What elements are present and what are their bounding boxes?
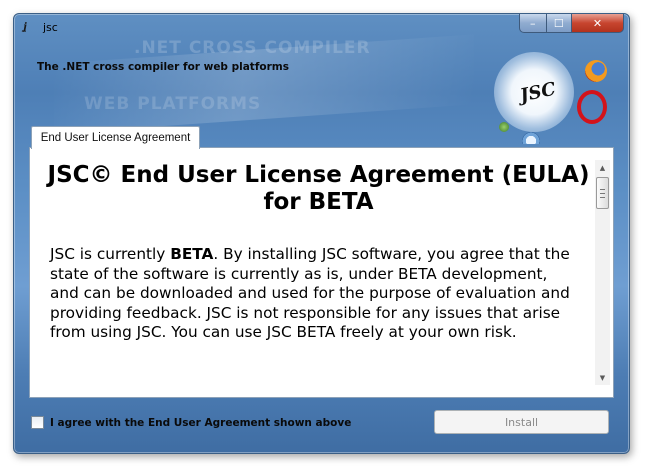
eula-title: JSC© End User License Agreement (EULA) f… [47, 162, 590, 215]
agree-label[interactable]: I agree with the End User Agreement show… [50, 417, 351, 429]
opera-icon [577, 90, 607, 124]
minimize-button[interactable]: – [519, 14, 547, 33]
window-title: jsc [43, 21, 58, 34]
chrome-icon [499, 122, 509, 132]
scroll-thumb[interactable] [596, 177, 609, 209]
grip-icon [600, 188, 605, 198]
scroll-up-icon[interactable]: ▲ [595, 160, 610, 175]
banner-ghost-text-2: WEB PLATFORMS [84, 94, 262, 114]
caption-buttons: – ☐ ✕ [519, 14, 624, 33]
eula-paragraph: JSC is currently BETA. By installing JSC… [50, 245, 580, 343]
app-icon: ʝ [23, 22, 27, 33]
agree-checkbox[interactable] [31, 416, 44, 429]
maximize-button[interactable]: ☐ [546, 14, 573, 33]
scroll-down-icon[interactable]: ▼ [595, 370, 610, 385]
title-bar[interactable]: ʝ jsc – ☐ ✕ [14, 14, 629, 42]
install-button[interactable]: Install [434, 410, 609, 434]
tab-eula[interactable]: End User License Agreement [31, 126, 200, 149]
eula-panel: JSC© End User License Agreement (EULA) f… [29, 147, 614, 398]
installer-window: .NET CROSS COMPILER WEB PLATFORMS JSC ʝ … [13, 13, 630, 454]
eula-para-bold: BETA [170, 245, 214, 263]
agree-row[interactable]: I agree with the End User Agreement show… [31, 416, 351, 429]
firefox-icon [585, 60, 607, 82]
app-subtitle: The .NET cross compiler for web platform… [37, 61, 289, 73]
eula-para-prefix: JSC is currently [50, 245, 171, 263]
eula-document[interactable]: JSC© End User License Agreement (EULA) f… [42, 158, 595, 388]
safari-icon [522, 132, 540, 144]
vertical-scrollbar[interactable]: ▲ ▼ [595, 160, 610, 385]
close-button[interactable]: ✕ [572, 14, 624, 33]
